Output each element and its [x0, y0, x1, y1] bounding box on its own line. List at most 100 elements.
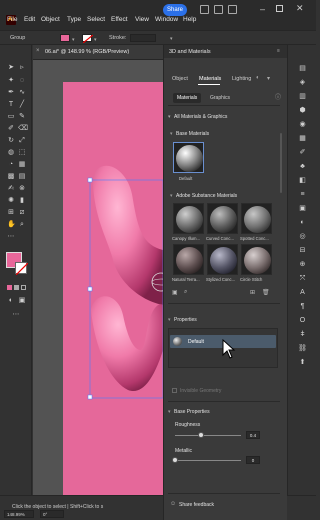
stroke-panel-icon[interactable]: ≡ [298, 190, 307, 199]
3d-materials-panel-icon[interactable]: ⬢ [298, 106, 307, 115]
menu-edit[interactable]: Edit [24, 16, 35, 23]
magic-wand-icon[interactable]: ✦ [7, 77, 15, 85]
menu-window[interactable]: Window [155, 16, 178, 23]
share-feedback-link[interactable]: Share feedback [179, 502, 214, 508]
menu-view[interactable]: View [135, 16, 149, 23]
metallic-slider-knob[interactable] [172, 457, 178, 463]
libraries-panel-icon[interactable]: ▥ [298, 92, 307, 101]
menu-help[interactable]: Help [183, 16, 196, 23]
menu-effect[interactable]: Effect [111, 16, 128, 23]
stroke-swatch[interactable] [82, 34, 93, 43]
paintbrush-icon[interactable]: ✎ [18, 113, 26, 121]
symbols-panel-icon[interactable]: ♣ [298, 162, 307, 171]
color-mode-icon[interactable] [7, 285, 12, 290]
layers-panel-icon[interactable]: ◈ [298, 78, 307, 87]
line-tool-icon[interactable]: ╱ [18, 101, 26, 109]
chevron-down-icon[interactable]: ▾ [168, 409, 171, 415]
render-settings-icon[interactable]: ▾ [267, 75, 270, 82]
search-icon[interactable] [200, 5, 209, 14]
artboard-tool-icon[interactable]: ⊞ [7, 209, 15, 217]
tab-close-icon[interactable]: × [36, 48, 40, 54]
tab-lighting[interactable]: Lighting [232, 76, 251, 82]
menu-object[interactable]: Object [41, 16, 60, 23]
roughness-slider-knob[interactable] [198, 432, 205, 438]
maximize-icon[interactable] [276, 5, 283, 12]
material-spotted-concrete-thumbnail[interactable] [241, 203, 272, 234]
chevron-down-icon[interactable]: ▾ [72, 37, 75, 43]
align-panel-icon[interactable]: ⊟ [298, 246, 307, 255]
shape-builder-icon[interactable]: ◔ [7, 161, 15, 169]
screen-mode-icon[interactable]: ▣ [18, 297, 26, 305]
workspace-icon[interactable] [228, 5, 237, 14]
feedback-icon[interactable]: ☺ [170, 501, 176, 507]
stroke-color-swatch[interactable] [15, 262, 28, 275]
gradient-tool-icon[interactable]: ▤ [18, 173, 26, 181]
rotation-field[interactable]: 0° [40, 510, 64, 518]
glyphs-panel-icon[interactable]: ǂ [298, 330, 307, 339]
graphic-styles-panel-icon[interactable]: ◧ [298, 176, 307, 185]
warp-tool-icon[interactable]: ◍ [7, 149, 15, 157]
paragraph-panel-icon[interactable]: ¶ [298, 302, 307, 311]
canvas[interactable] [33, 60, 163, 495]
chevron-down-icon[interactable]: ▾ [94, 37, 97, 43]
arrange-icon[interactable] [214, 5, 223, 14]
chevron-down-icon[interactable]: ▾ [170, 131, 173, 137]
info-icon[interactable]: ⓘ [275, 92, 281, 101]
slice-tool-icon[interactable]: ⧄ [18, 209, 26, 217]
material-curved-concrete-thumbnail[interactable] [207, 203, 238, 234]
minimize-icon[interactable]: – [260, 4, 265, 14]
lasso-icon[interactable]: ◌ [18, 77, 26, 85]
transparency-panel-icon[interactable]: ◐ [298, 218, 307, 227]
links-panel-icon[interactable]: ⛓ [298, 344, 307, 353]
hand-tool-icon[interactable]: ✋ [7, 221, 16, 229]
fill-swatch[interactable] [60, 34, 70, 42]
chevron-down-icon[interactable]: ▾ [168, 317, 171, 323]
blend-tool-icon[interactable]: ⊗ [18, 185, 26, 193]
eyedropper-icon[interactable]: ✍ [7, 185, 15, 193]
find-more-icon[interactable]: ⌕ [184, 289, 187, 296]
mesh-tool-icon[interactable]: ▩ [7, 173, 15, 181]
tab-object[interactable]: Object [172, 76, 188, 82]
gradient-panel-icon[interactable]: ▣ [298, 204, 307, 213]
roughness-slider[interactable] [175, 435, 241, 436]
document-tab[interactable]: × 06.ai* @ 148.99 % (RGB/Preview) [33, 45, 163, 60]
tab-materials[interactable]: Materials [199, 76, 221, 82]
type-tool-icon[interactable]: T [7, 101, 15, 109]
properties-panel-icon[interactable]: ▤ [298, 64, 307, 73]
share-button[interactable]: Share [163, 4, 187, 16]
chevron-down-icon[interactable]: ▾ [170, 193, 173, 199]
edit-toolbar-icon[interactable]: ⋯ [12, 311, 20, 319]
invisible-geometry-checkbox[interactable] [172, 388, 177, 393]
material-stylized-concrete-thumbnail[interactable] [207, 244, 238, 275]
panel-menu-icon[interactable]: ≡ [277, 48, 280, 54]
menu-type[interactable]: Type [67, 16, 81, 23]
material-natural-terrain-thumbnail[interactable] [173, 244, 204, 275]
add-material-icon[interactable]: ⊞ [250, 289, 255, 296]
color-panel-icon[interactable]: ◉ [298, 120, 307, 129]
scale-tool-icon[interactable]: ⤢ [18, 137, 26, 145]
brushes-panel-icon[interactable]: ✐ [298, 148, 307, 157]
draw-mode-icon[interactable]: ◐ [7, 297, 15, 305]
rectangle-tool-icon[interactable]: ▭ [7, 113, 15, 121]
graph-tool-icon[interactable]: ▮ [18, 197, 26, 205]
subtab-graphics[interactable]: Graphics [206, 93, 234, 103]
opentype-panel-icon[interactable]: O [298, 316, 307, 325]
none-mode-icon[interactable] [21, 285, 26, 290]
dropdown-icon[interactable]: ▾ [170, 36, 173, 42]
selection-tool-icon[interactable]: ➤ [7, 64, 15, 72]
direct-selection-tool-icon[interactable]: ▹ [18, 64, 26, 72]
rotate-tool-icon[interactable]: ↻ [7, 137, 15, 145]
metallic-slider[interactable] [175, 460, 241, 461]
zoom-tool-icon[interactable]: ⌕ [18, 221, 26, 229]
material-canopy-thumbnail[interactable] [173, 203, 204, 234]
character-panel-icon[interactable]: A [298, 288, 307, 297]
3d-letter-artwork[interactable] [33, 60, 163, 495]
delete-material-icon[interactable]: 🗑 [262, 289, 270, 296]
render-icon[interactable]: ◐ [256, 75, 260, 81]
eraser-icon[interactable]: ⌫ [18, 125, 28, 133]
material-default-thumbnail[interactable] [173, 142, 204, 173]
pathfinder-panel-icon[interactable]: ⊕ [298, 260, 307, 269]
gradient-mode-icon[interactable] [14, 285, 19, 290]
menu-select[interactable]: Select [87, 16, 105, 23]
appearance-panel-icon[interactable]: ◎ [298, 232, 307, 241]
